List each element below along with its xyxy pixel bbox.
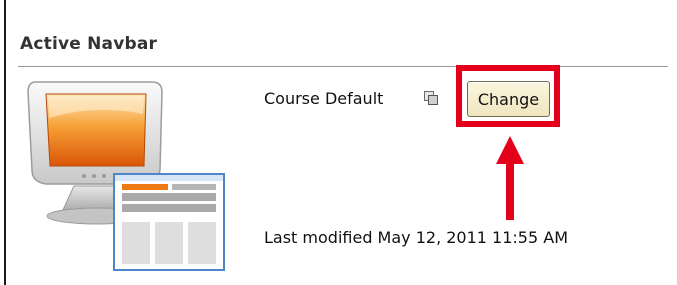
section-title: Active Navbar — [20, 34, 158, 54]
section-divider — [18, 66, 668, 67]
copy-icon — [424, 91, 438, 105]
navbar-current-value: Course Default — [264, 89, 384, 108]
last-modified-text: Last modified May 12, 2011 11:55 AM — [264, 228, 568, 247]
change-button[interactable]: Change — [467, 81, 550, 117]
arrow-up-icon — [496, 136, 524, 220]
monitor-navbar-preview-icon — [27, 81, 225, 271]
left-border — [4, 0, 6, 285]
